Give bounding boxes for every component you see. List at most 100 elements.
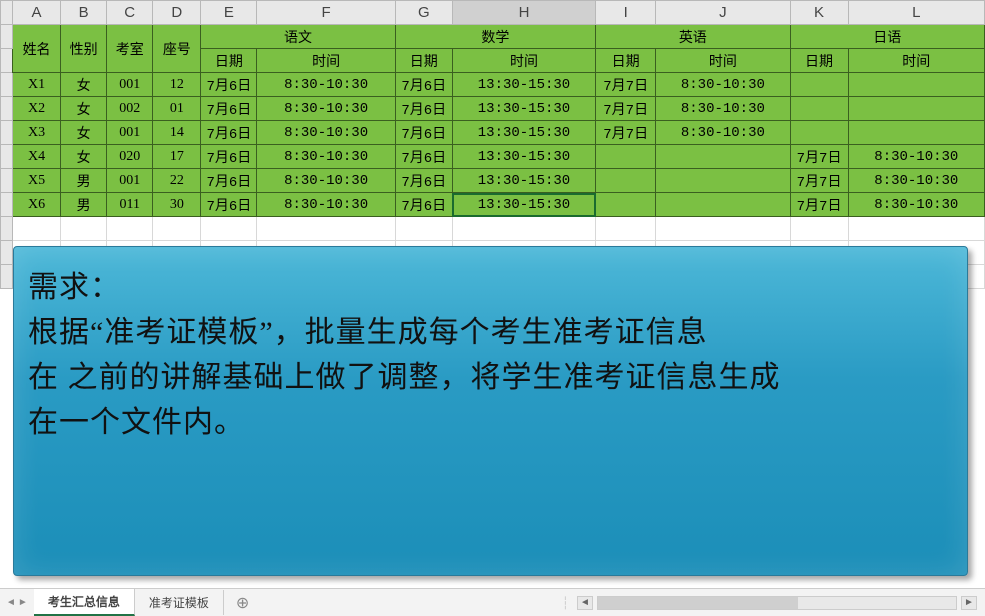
- cell-H6[interactable]: 13:30-15:30: [452, 121, 595, 145]
- col-L[interactable]: L: [848, 1, 984, 25]
- col-A[interactable]: A: [13, 1, 61, 25]
- col-E[interactable]: E: [201, 1, 257, 25]
- cell-G9[interactable]: 7月6日: [395, 193, 452, 217]
- cell-G10[interactable]: [395, 217, 452, 241]
- hscroll-track[interactable]: [597, 596, 957, 610]
- cell-L9[interactable]: 8:30-10:30: [848, 193, 984, 217]
- hdr-date-0[interactable]: 日期: [201, 49, 257, 73]
- cell-C9[interactable]: 011: [107, 193, 153, 217]
- cell-L4[interactable]: [848, 73, 984, 97]
- cell-L8[interactable]: 8:30-10:30: [848, 169, 984, 193]
- cell-H9[interactable]: 13:30-15:30: [452, 193, 595, 217]
- cell-I8[interactable]: [596, 169, 656, 193]
- cell-E10[interactable]: [201, 217, 257, 241]
- cell-K7[interactable]: 7月7日: [790, 145, 848, 169]
- cell-J5[interactable]: 8:30-10:30: [656, 97, 790, 121]
- cell-E9[interactable]: 7月6日: [201, 193, 257, 217]
- col-G[interactable]: G: [395, 1, 452, 25]
- hdr-time-1[interactable]: 时间: [452, 49, 595, 73]
- row-header-6[interactable]: [1, 121, 13, 145]
- tab-nav-prev-icon[interactable]: ◄: [6, 597, 16, 608]
- cell-D10[interactable]: [153, 217, 201, 241]
- cell-K9[interactable]: 7月7日: [790, 193, 848, 217]
- col-J[interactable]: J: [656, 1, 790, 25]
- cell-J9[interactable]: [656, 193, 790, 217]
- tab-nav-next-icon[interactable]: ►: [18, 597, 28, 608]
- cell-K10[interactable]: [790, 217, 848, 241]
- hscroll-right-button[interactable]: ►: [961, 596, 977, 610]
- cell-J7[interactable]: [656, 145, 790, 169]
- cell-K5[interactable]: [790, 97, 848, 121]
- cell-D4[interactable]: 12: [153, 73, 201, 97]
- cell-E6[interactable]: 7月6日: [201, 121, 257, 145]
- cell-I9[interactable]: [596, 193, 656, 217]
- sheet-tab-template[interactable]: 准考证模板: [135, 590, 224, 615]
- cell-D9[interactable]: 30: [153, 193, 201, 217]
- cell-G5[interactable]: 7月6日: [395, 97, 452, 121]
- cell-B8[interactable]: 男: [61, 169, 107, 193]
- cell-A6[interactable]: X3: [13, 121, 61, 145]
- cell-A7[interactable]: X4: [13, 145, 61, 169]
- hdr-seat[interactable]: 座号: [153, 25, 201, 73]
- cell-E8[interactable]: 7月6日: [201, 169, 257, 193]
- row-header-9[interactable]: [1, 193, 13, 217]
- col-B[interactable]: B: [61, 1, 107, 25]
- cell-K8[interactable]: 7月7日: [790, 169, 848, 193]
- row-header-5[interactable]: [1, 97, 13, 121]
- hdr-time-0[interactable]: 时间: [257, 49, 395, 73]
- cell-C5[interactable]: 002: [107, 97, 153, 121]
- hdr-subject-1[interactable]: 数学: [395, 25, 595, 49]
- cell-F5[interactable]: 8:30-10:30: [257, 97, 395, 121]
- cell-D6[interactable]: 14: [153, 121, 201, 145]
- cell-G6[interactable]: 7月6日: [395, 121, 452, 145]
- hdr-date-1[interactable]: 日期: [395, 49, 452, 73]
- cell-L10[interactable]: [848, 217, 984, 241]
- cell-C6[interactable]: 001: [107, 121, 153, 145]
- cell-H8[interactable]: 13:30-15:30: [452, 169, 595, 193]
- sheet-tab-summary[interactable]: 考生汇总信息: [34, 589, 135, 616]
- row-header-11[interactable]: [1, 241, 13, 265]
- cell-A5[interactable]: X2: [13, 97, 61, 121]
- cell-K6[interactable]: [790, 121, 848, 145]
- add-sheet-button[interactable]: ⊕: [224, 593, 261, 613]
- cell-H5[interactable]: 13:30-15:30: [452, 97, 595, 121]
- cell-A10[interactable]: [13, 217, 61, 241]
- hscroll-thumb[interactable]: [598, 597, 798, 609]
- row-header-7[interactable]: [1, 145, 13, 169]
- row-header-10[interactable]: [1, 217, 13, 241]
- cell-D7[interactable]: 17: [153, 145, 201, 169]
- cell-C8[interactable]: 001: [107, 169, 153, 193]
- cell-B5[interactable]: 女: [61, 97, 107, 121]
- cell-E4[interactable]: 7月6日: [201, 73, 257, 97]
- col-I[interactable]: I: [596, 1, 656, 25]
- hscroll-left-button[interactable]: ◄: [577, 596, 593, 610]
- cell-K4[interactable]: [790, 73, 848, 97]
- cell-E5[interactable]: 7月6日: [201, 97, 257, 121]
- cell-B4[interactable]: 女: [61, 73, 107, 97]
- hdr-subject-3[interactable]: 日语: [790, 25, 985, 49]
- hdr-gender[interactable]: 性别: [61, 25, 107, 73]
- cell-G8[interactable]: 7月6日: [395, 169, 452, 193]
- cell-I4[interactable]: 7月7日: [596, 73, 656, 97]
- tab-nav-arrows[interactable]: ◄ ►: [0, 597, 34, 608]
- hdr-date-2[interactable]: 日期: [596, 49, 656, 73]
- cell-H4[interactable]: 13:30-15:30: [452, 73, 595, 97]
- cell-I7[interactable]: [596, 145, 656, 169]
- row-header-2[interactable]: [1, 25, 13, 49]
- cell-G7[interactable]: 7月6日: [395, 145, 452, 169]
- cell-I5[interactable]: 7月7日: [596, 97, 656, 121]
- cell-B9[interactable]: 男: [61, 193, 107, 217]
- cell-H10[interactable]: [452, 217, 595, 241]
- col-D[interactable]: D: [153, 1, 201, 25]
- cell-J6[interactable]: 8:30-10:30: [656, 121, 790, 145]
- cell-C4[interactable]: 001: [107, 73, 153, 97]
- cell-L5[interactable]: [848, 97, 984, 121]
- cell-C10[interactable]: [107, 217, 153, 241]
- row-header-3[interactable]: [1, 49, 13, 73]
- select-all-corner[interactable]: [1, 1, 13, 25]
- hdr-room[interactable]: 考室: [107, 25, 153, 73]
- cell-J8[interactable]: [656, 169, 790, 193]
- cell-L7[interactable]: 8:30-10:30: [848, 145, 984, 169]
- cell-F6[interactable]: 8:30-10:30: [257, 121, 395, 145]
- row-header-8[interactable]: [1, 169, 13, 193]
